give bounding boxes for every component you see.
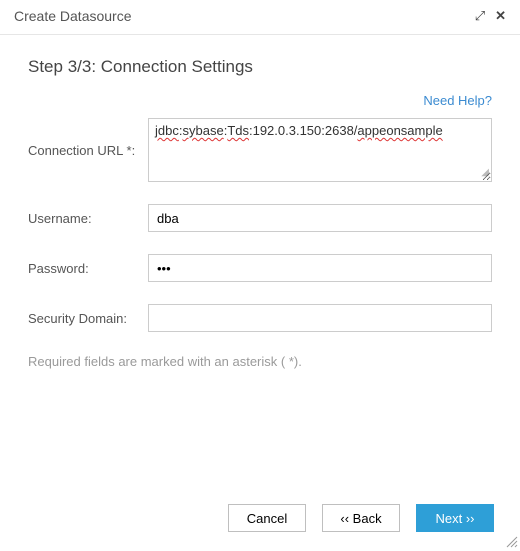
row-username: Username: [28,204,492,232]
back-button[interactable]: ‹‹ Back [322,504,400,532]
username-field[interactable] [148,204,492,232]
dialog-footer: Cancel ‹‹ Back Next ›› [228,504,494,532]
next-button[interactable]: Next ›› [416,504,494,532]
connection-url-field-wrap: jdbc:sybase:Tds:192.0.3.150:2638/appeons… [148,118,492,182]
dialog-title: Create Datasource [14,8,132,24]
security-domain-field[interactable] [148,304,492,332]
row-password: Password: [28,254,492,282]
dialog-header: Create Datasource ⤢ ✕ [0,0,520,35]
header-actions: ⤢ ✕ [475,8,506,24]
connection-url-label: Connection URL *: [28,143,148,158]
row-security-domain: Security Domain: [28,304,492,332]
required-note: Required fields are marked with an aster… [28,354,492,369]
conn-part-jdbc: jdbc [155,123,179,138]
row-connection-url: Connection URL *: jdbc:sybase:Tds:192.0.… [28,118,492,182]
username-label: Username: [28,211,148,226]
conn-part-db: appeonsample [357,123,442,138]
help-link[interactable]: Need Help? [423,93,492,108]
help-row: Need Help? [28,93,492,108]
step-title: Step 3/3: Connection Settings [28,57,492,77]
conn-part-host: :192.0.3.150:2638/ [249,123,357,138]
connection-url-field[interactable]: jdbc:sybase:Tds:192.0.3.150:2638/appeons… [148,118,492,182]
conn-part-sybase: sybase [182,123,223,138]
cancel-button[interactable]: Cancel [228,504,306,532]
conn-part-tds: Tds [227,123,249,138]
password-label: Password: [28,261,148,276]
resize-grip-icon: ◢ [481,166,489,179]
password-field[interactable] [148,254,492,282]
security-domain-label: Security Domain: [28,311,148,326]
window-resize-grip-icon[interactable] [504,534,518,548]
close-icon[interactable]: ✕ [495,8,506,24]
dialog-content: Step 3/3: Connection Settings Need Help?… [0,35,520,379]
maximize-icon[interactable]: ⤢ [475,8,485,24]
